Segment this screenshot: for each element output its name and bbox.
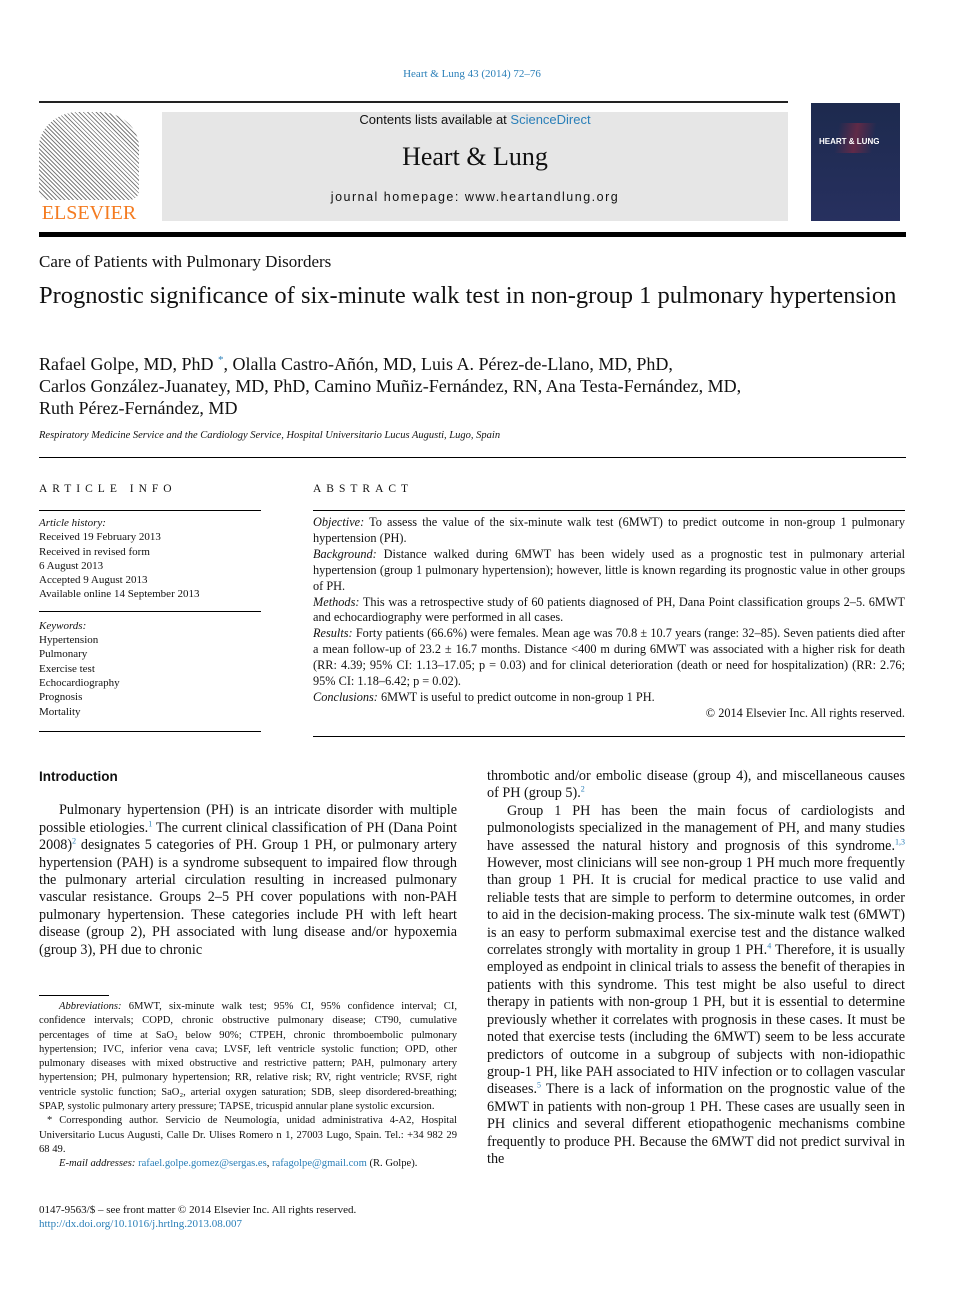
history-label: Article history: bbox=[39, 517, 106, 529]
results-text: Forty patients (66.6%) were females. Mea… bbox=[313, 626, 905, 689]
corresponding-author-note: * Corresponding author. Servicio de Neum… bbox=[39, 1115, 457, 1155]
methods-label: Methods: bbox=[313, 594, 360, 609]
background-label: Background: bbox=[313, 546, 377, 561]
elsevier-logo[interactable]: ELSEVIER bbox=[39, 112, 139, 224]
abstract: Objective: To assess the value of the si… bbox=[313, 515, 905, 737]
sciencedirect-link[interactable]: ScienceDirect bbox=[510, 112, 590, 127]
divider bbox=[39, 457, 906, 458]
keywords-label: Keywords: bbox=[39, 619, 87, 632]
cover-title: HEART & LUNG bbox=[819, 137, 880, 146]
doi-link[interactable]: http://dx.doi.org/10.1016/j.hrtlng.2013.… bbox=[39, 1217, 356, 1231]
keyword: Echocardiography bbox=[39, 676, 120, 689]
email-link[interactable]: rafagolpe@gmail.com bbox=[272, 1158, 367, 1169]
text: thrombotic and/or embolic disease (group… bbox=[487, 768, 905, 802]
article-info-heading: ARTICLE INFO bbox=[39, 483, 177, 495]
history-item: Accepted 9 August 2013 bbox=[39, 574, 148, 587]
methods-text: This was a retrospective study of 60 pat… bbox=[313, 594, 905, 625]
background-text: Distance walked during 6MWT has been wid… bbox=[313, 546, 905, 593]
reference-link[interactable]: 1,3 bbox=[895, 837, 905, 846]
journal-cover-image[interactable]: HEART & LUNG bbox=[811, 103, 900, 221]
objective-label: Objective: bbox=[313, 515, 365, 529]
introduction-heading: Introduction bbox=[39, 769, 118, 784]
journal-banner: Contents lists available at ScienceDirec… bbox=[162, 112, 788, 221]
text: Therefore, it is usually employed as end… bbox=[487, 942, 905, 1098]
text: Group 1 PH has been the main focus of ca… bbox=[487, 802, 905, 854]
email-label: E-mail addresses: bbox=[59, 1158, 136, 1170]
divider bbox=[313, 735, 905, 737]
paragraph: Pulmonary hypertension (PH) is an intric… bbox=[39, 802, 457, 959]
keyword: Hypertension bbox=[39, 634, 99, 647]
divider bbox=[39, 610, 261, 612]
divider bbox=[39, 101, 788, 103]
author-names: Carlos González-Juanatey, MD, PhD, Camin… bbox=[39, 376, 742, 396]
contents-line: Contents lists available at ScienceDirec… bbox=[162, 112, 788, 128]
history-item: 6 August 2013 bbox=[39, 559, 104, 572]
conclusions-text: 6MWT is useful to predict outcome in non… bbox=[377, 689, 655, 704]
authors: Rafael Golpe, MD, PhD *, Olalla Castro-A… bbox=[39, 353, 899, 419]
text: designates 5 categories of PH. Group 1 P… bbox=[39, 837, 457, 958]
footnotes: Abbreviations: 6MWT, six-minute walk tes… bbox=[39, 1000, 457, 1172]
elsevier-wordmark: ELSEVIER bbox=[41, 202, 137, 224]
article-info: Article history: Received 19 February 20… bbox=[39, 516, 261, 732]
abbreviations-label: Abbreviations: bbox=[59, 1001, 122, 1012]
reference-link[interactable]: 2 bbox=[581, 785, 585, 794]
right-column: thrombotic and/or embolic disease (group… bbox=[487, 768, 905, 1168]
abstract-heading: ABSTRACT bbox=[313, 483, 414, 495]
divider bbox=[313, 510, 905, 511]
conclusions-label: Conclusions: bbox=[313, 689, 378, 704]
history-item: Received in revised form bbox=[39, 545, 150, 558]
paragraph: Group 1 PH has been the main focus of ca… bbox=[487, 803, 905, 1169]
abbreviations-text: 6MWT, six-minute walk test; 95% CI, 95% … bbox=[39, 1001, 457, 1113]
left-column: Introduction Pulmonary hypertension (PH)… bbox=[39, 768, 457, 959]
article-section: Care of Patients with Pulmonary Disorder… bbox=[39, 252, 332, 271]
journal-homepage-link[interactable]: journal homepage: www.heartandlung.org bbox=[162, 190, 788, 204]
email-suffix: (R. Golpe). bbox=[366, 1158, 418, 1170]
results-label: Results: bbox=[313, 626, 353, 641]
paragraph: thrombotic and/or embolic disease (group… bbox=[487, 768, 905, 803]
text: There is a lack of information on the pr… bbox=[487, 1081, 905, 1167]
author-names: , Olalla Castro-Añón, MD, Luis A. Pérez-… bbox=[223, 354, 673, 374]
journal-citation-link[interactable]: Heart & Lung 43 (2014) 72–76 bbox=[0, 68, 944, 80]
keyword: Prognosis bbox=[39, 691, 83, 704]
email-link[interactable]: rafael.golpe.gomez@sergas.es bbox=[138, 1158, 267, 1169]
objective-text: To assess the value of the six-minute wa… bbox=[313, 515, 905, 545]
keyword: Pulmonary bbox=[39, 648, 88, 661]
history-item: Received 19 February 2013 bbox=[39, 531, 161, 544]
divider bbox=[39, 510, 261, 511]
elsevier-tree-icon bbox=[39, 112, 139, 200]
affiliation: Respiratory Medicine Service and the Car… bbox=[39, 430, 501, 441]
bottom-matter: 0147-9563/$ – see front matter © 2014 El… bbox=[39, 1203, 356, 1231]
author-names: Ruth Pérez-Fernández, MD bbox=[39, 398, 238, 418]
journal-name: Heart & Lung bbox=[402, 142, 548, 171]
author-name: Rafael Golpe, MD, PhD bbox=[39, 354, 214, 374]
issn-line: 0147-9563/$ – see front matter © 2014 El… bbox=[39, 1204, 357, 1216]
history-item: Available online 14 September 2013 bbox=[39, 588, 200, 601]
divider bbox=[39, 730, 261, 732]
keyword: Mortality bbox=[39, 705, 81, 718]
copyright: © 2014 Elsevier Inc. All rights reserved… bbox=[705, 705, 905, 720]
article-title: Prognostic significance of six-minute wa… bbox=[39, 282, 897, 309]
contents-prefix: Contents lists available at bbox=[359, 112, 511, 127]
footnote-divider bbox=[39, 995, 109, 996]
keyword: Exercise test bbox=[39, 662, 95, 675]
header-rule bbox=[39, 232, 906, 237]
